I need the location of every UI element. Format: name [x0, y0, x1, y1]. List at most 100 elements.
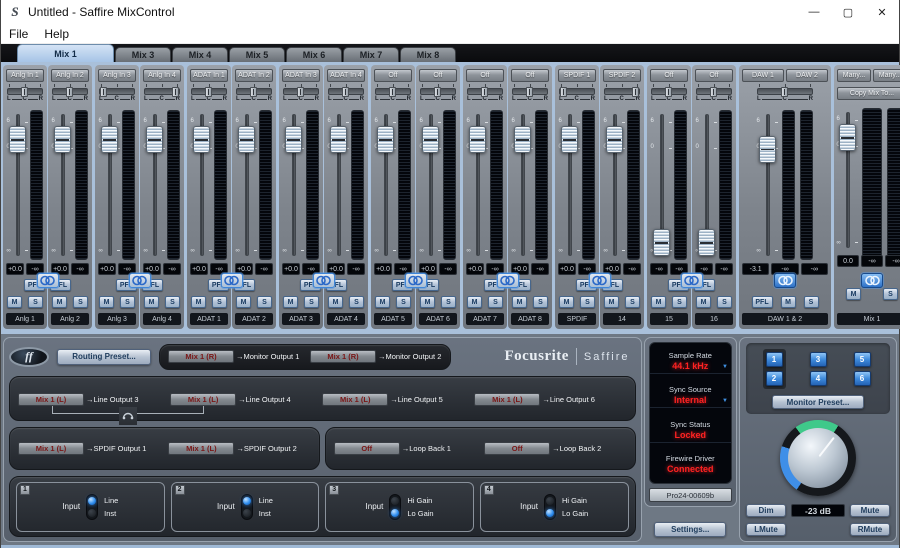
mute-button[interactable]: M	[52, 296, 67, 308]
pan-track[interactable]	[191, 88, 227, 95]
minimize-button[interactable]: —	[797, 0, 831, 24]
channel-fader[interactable]: 60∞	[376, 110, 395, 260]
source-select-button[interactable]: Off	[466, 69, 504, 82]
channel-fader[interactable]: 60∞	[284, 110, 303, 260]
fader-handle[interactable]	[285, 126, 302, 153]
fader-handle[interactable]	[9, 126, 26, 153]
fader-handle[interactable]	[698, 229, 715, 256]
pan-handle[interactable]	[66, 87, 73, 97]
pan-handle[interactable]	[100, 87, 107, 97]
source-select-button[interactable]: Anlg In 4	[143, 69, 181, 82]
mute-button[interactable]: Mute	[850, 504, 890, 517]
pan-handle[interactable]	[250, 87, 257, 97]
maximize-button[interactable]: ▢	[831, 0, 865, 24]
source-select-button[interactable]: ADAT In 3	[282, 69, 320, 82]
channel-fader[interactable]: 60∞	[560, 110, 579, 260]
pan-control[interactable]: LCR	[696, 84, 732, 108]
monitor-output-button-6[interactable]: 6	[854, 371, 871, 386]
solo-button[interactable]: S	[212, 296, 227, 308]
fader-handle[interactable]	[377, 126, 394, 153]
fader-handle[interactable]	[422, 126, 439, 153]
title-bar[interactable]: S Untitled - Saffire MixControl — ▢ ✕	[1, 0, 899, 24]
channel-fader[interactable]: 60∞	[145, 110, 164, 260]
mute-button[interactable]: M	[651, 296, 666, 308]
solo-button[interactable]: S	[717, 296, 732, 308]
source-select-button[interactable]: DAW 2	[786, 69, 828, 82]
mute-button[interactable]: M	[375, 296, 390, 308]
pan-control[interactable]: LCR	[604, 84, 640, 108]
pan-track[interactable]	[696, 88, 732, 95]
stereo-link-button[interactable]	[774, 273, 796, 288]
pan-handle[interactable]	[781, 87, 788, 97]
input-radio-line[interactable]	[243, 497, 251, 505]
channel-fader[interactable]: 60∞	[468, 110, 487, 260]
fader-handle[interactable]	[839, 124, 856, 151]
mute-button[interactable]: M	[99, 296, 114, 308]
pan-control[interactable]: LCR	[757, 84, 813, 108]
pan-handle[interactable]	[342, 87, 349, 97]
sync-source-dropdown-icon[interactable]: ▼	[722, 398, 728, 404]
pan-track[interactable]	[375, 88, 411, 95]
stereo-link-button[interactable]	[221, 273, 243, 288]
mute-button[interactable]: M	[328, 296, 343, 308]
pan-track[interactable]	[52, 88, 88, 95]
channel-fader[interactable]: 60∞	[100, 110, 119, 260]
pan-control[interactable]: LCR	[375, 84, 411, 108]
input-radio-line[interactable]	[88, 497, 96, 505]
loopback-1-source-button[interactable]: Off	[334, 442, 400, 455]
mute-button[interactable]: M	[604, 296, 619, 308]
channel-fader[interactable]: 60∞	[8, 110, 27, 260]
lmute-button[interactable]: LMute	[746, 523, 786, 536]
fader-handle[interactable]	[101, 126, 118, 153]
stereo-link-button[interactable]	[681, 273, 703, 288]
line-output-6-source-button[interactable]: Mix 1 (L)	[474, 393, 540, 406]
channel-fader[interactable]: 60∞	[605, 110, 624, 260]
menu-file[interactable]: File	[9, 27, 28, 41]
mute-button[interactable]: M	[559, 296, 574, 308]
input-radio-lo-gain[interactable]	[391, 509, 399, 517]
solo-button[interactable]: S	[396, 296, 411, 308]
pan-control[interactable]: LCR	[99, 84, 135, 108]
pan-control[interactable]: LCR	[144, 84, 180, 108]
pan-control[interactable]: LCR	[651, 84, 687, 108]
source-select-button[interactable]: Off	[374, 69, 412, 82]
solo-button[interactable]: S	[73, 296, 88, 308]
fader-handle[interactable]	[146, 126, 163, 153]
solo-button[interactable]: S	[883, 288, 898, 300]
mute-button[interactable]: M	[696, 296, 711, 308]
pan-control[interactable]: LCR	[283, 84, 319, 108]
solo-button[interactable]: S	[304, 296, 319, 308]
monitor-output-button-4[interactable]: 4	[810, 371, 827, 386]
copy-mix-to-button[interactable]: Copy Mix To...	[837, 87, 900, 100]
mute-button[interactable]: M	[420, 296, 435, 308]
fader-handle[interactable]	[606, 126, 623, 153]
monitor-level-knob[interactable]	[788, 428, 848, 488]
fader-handle[interactable]	[514, 126, 531, 153]
pan-track[interactable]	[283, 88, 319, 95]
source-select-button[interactable]: Off	[695, 69, 733, 82]
pan-track[interactable]	[651, 88, 687, 95]
source-select-button[interactable]: Off	[419, 69, 457, 82]
pan-track[interactable]	[512, 88, 548, 95]
pan-track[interactable]	[604, 88, 640, 95]
monitor-output-button-1[interactable]: 1	[766, 352, 783, 367]
monitor-output-button-3[interactable]: 3	[810, 352, 827, 367]
source-select-button[interactable]: Anlg In 3	[98, 69, 136, 82]
tab-mix-1[interactable]: Mix 1	[17, 44, 114, 62]
solo-button[interactable]: S	[441, 296, 456, 308]
pan-track[interactable]	[7, 88, 43, 95]
pan-handle[interactable]	[632, 87, 639, 97]
stereo-link-button[interactable]	[129, 273, 151, 288]
spdif-output-2-source-button[interactable]: Mix 1 (L)	[168, 442, 234, 455]
line-output-3-source-button[interactable]: Mix 1 (L)	[18, 393, 84, 406]
source-select-button[interactable]: SPDIF 1	[558, 69, 596, 82]
spdif-output-1-source-button[interactable]: Mix 1 (L)	[18, 442, 84, 455]
source-select-button[interactable]: SPDIF 2	[603, 69, 641, 82]
mute-button[interactable]: M	[781, 296, 796, 308]
pan-control[interactable]: LCR	[559, 84, 595, 108]
pan-handle[interactable]	[526, 87, 533, 97]
stereo-link-button[interactable]	[37, 273, 59, 288]
pan-control[interactable]: LCR	[467, 84, 503, 108]
pan-track[interactable]	[99, 88, 135, 95]
solo-button[interactable]: S	[165, 296, 180, 308]
